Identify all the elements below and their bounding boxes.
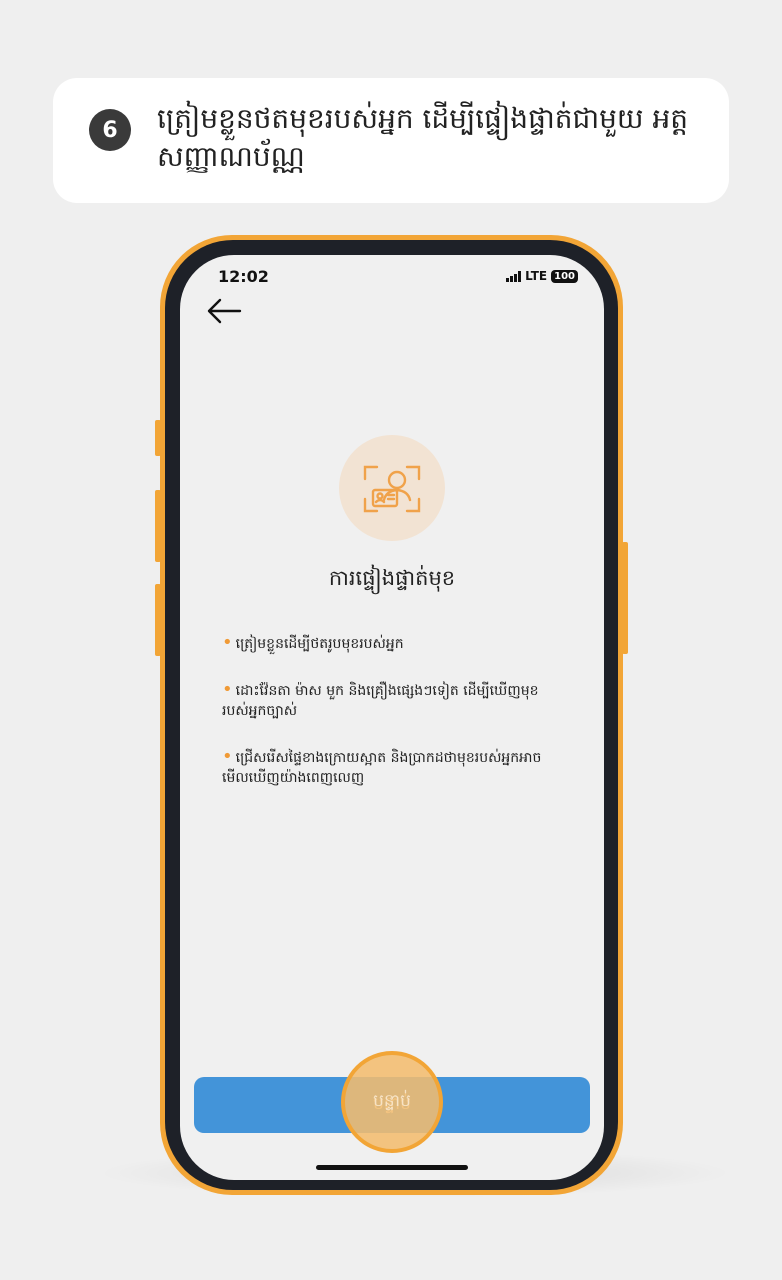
status-time: 12:02 bbox=[218, 267, 269, 286]
face-verification-badge bbox=[339, 435, 445, 541]
step-instruction-text: ត្រៀមខ្លួនថតមុខរបស់អ្នក ដើម្បីផ្ទៀងផ្ទាត… bbox=[157, 102, 689, 173]
back-arrow-icon[interactable] bbox=[206, 297, 242, 325]
phone-action-button bbox=[155, 420, 161, 456]
list-item: • ជ្រើសរើសផ្ទៃខាងក្រោយស្អាត និងប្រាកដថាមុ… bbox=[222, 747, 562, 788]
instruction-list: • ត្រៀមខ្លួនដើម្បីថតរូបមុខរបស់អ្នក • ដោះវ៉… bbox=[222, 633, 562, 814]
list-item-text: ដោះវ៉ែនតា ម៉ាស មួក និងគ្រឿងផ្សេងៗទៀត ដើម… bbox=[222, 683, 539, 719]
list-item: • ត្រៀមខ្លួនដើម្បីថតរូបមុខរបស់អ្នក bbox=[222, 633, 562, 654]
bullet-dot-icon: • bbox=[222, 746, 233, 767]
list-item-text: ជ្រើសរើសផ្ទៃខាងក្រោយស្អាត និងប្រាកដថាមុខ… bbox=[222, 750, 542, 786]
signal-icon bbox=[506, 270, 522, 282]
tap-indicator-label: បន្ទាប់ bbox=[373, 1090, 411, 1111]
step-number-badge: 6 bbox=[89, 109, 131, 151]
phone-screen: 12:02 LTE 100 ការផ្ទៀងផ្ទាត់មុខ • ត្រៀមខ… bbox=[180, 255, 604, 1180]
face-scan-icon bbox=[363, 465, 421, 513]
phone-volume-up-button bbox=[155, 490, 161, 562]
instruction-card: 6 ត្រៀមខ្លួនថតមុខរបស់អ្នក ដើម្បីផ្ទៀងផ្ទ… bbox=[53, 78, 729, 203]
bullet-dot-icon: • bbox=[222, 632, 233, 653]
bullet-dot-icon: • bbox=[222, 679, 233, 700]
face-verification-title: ការផ្ទៀងផ្ទាត់មុខ bbox=[328, 566, 456, 590]
home-indicator[interactable] bbox=[316, 1165, 468, 1170]
list-item: • ដោះវ៉ែនតា ម៉ាស មួក និងគ្រឿងផ្សេងៗទៀត ដើ… bbox=[222, 680, 562, 721]
tap-indicator: បន្ទាប់ bbox=[341, 1051, 443, 1153]
phone-volume-down-button bbox=[155, 584, 161, 656]
network-label: LTE bbox=[525, 269, 548, 283]
battery-icon: 100 bbox=[551, 269, 578, 283]
list-item-text: ត្រៀមខ្លួនដើម្បីថតរូបមុខរបស់អ្នក bbox=[235, 636, 404, 652]
phone-power-button bbox=[622, 542, 628, 654]
status-indicators: LTE 100 bbox=[506, 269, 578, 283]
